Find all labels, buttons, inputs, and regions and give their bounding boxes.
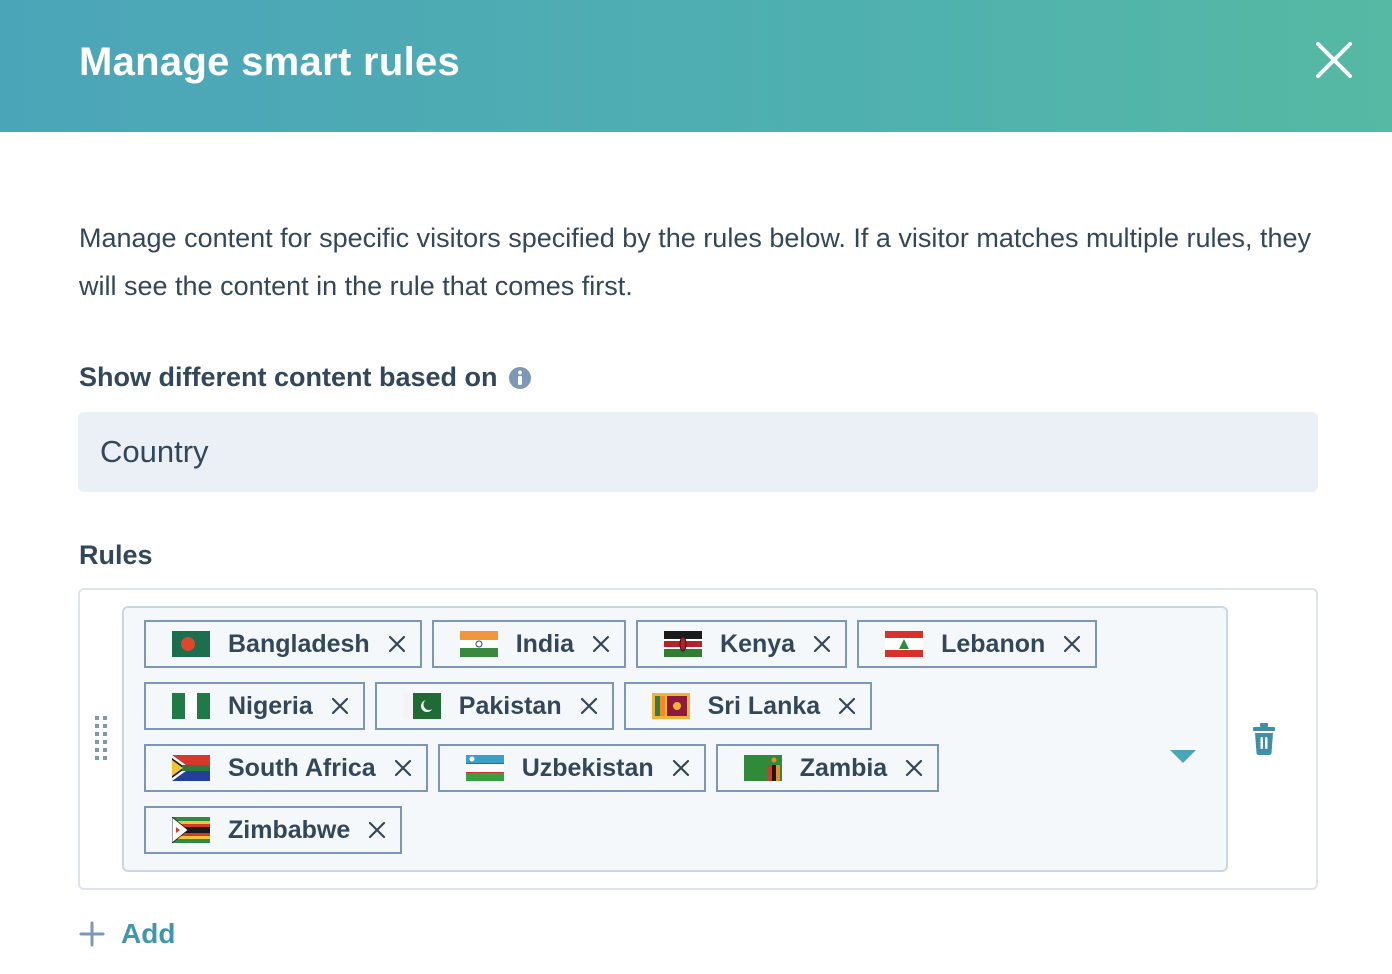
- drag-handle-icon[interactable]: [95, 716, 109, 762]
- trash-icon[interactable]: [1252, 722, 1276, 756]
- rules-label: Rules: [79, 540, 153, 570]
- chevron-down-icon[interactable]: [1170, 748, 1196, 764]
- remove-tag-icon[interactable]: [368, 821, 386, 839]
- remove-tag-icon[interactable]: [813, 635, 831, 653]
- plus-icon: [79, 921, 105, 947]
- flag-ke-icon: [664, 631, 703, 657]
- flag-zm-icon: [743, 755, 782, 781]
- country-tag-label: Nigeria: [228, 691, 313, 720]
- based-on-label: Show different content based on: [79, 362, 532, 393]
- remove-tag-icon[interactable]: [838, 697, 856, 715]
- country-tag: Bangladesh: [144, 620, 422, 668]
- country-tag-label: Pakistan: [458, 691, 562, 720]
- remove-tag-icon[interactable]: [331, 697, 349, 715]
- remove-tag-icon[interactable]: [394, 759, 412, 777]
- country-tag-label: Zimbabwe: [228, 815, 351, 844]
- remove-tag-icon[interactable]: [672, 759, 690, 777]
- remove-tag-icon[interactable]: [388, 635, 406, 653]
- country-tag: Kenya: [636, 620, 848, 668]
- modal-title: Manage smart rules: [79, 40, 461, 84]
- country-tag: Sri Lanka: [623, 682, 873, 730]
- flag-bd-icon: [172, 631, 210, 657]
- description-text: Manage content for specific visitors spe…: [79, 223, 1312, 301]
- remove-tag-icon[interactable]: [1063, 635, 1081, 653]
- flag-in-icon: [459, 631, 498, 657]
- country-tag: Lebanon: [857, 620, 1098, 668]
- close-icon: [1316, 42, 1352, 78]
- tag-list: Bangladesh India Kenya Lebanon Nigeria Pakist…: [144, 620, 1154, 854]
- modal-header: Manage smart rules: [0, 0, 1392, 132]
- flag-pk-icon: [402, 693, 441, 719]
- info-icon[interactable]: [508, 366, 532, 390]
- country-tag: Uzbekistan: [437, 744, 706, 792]
- based-on-value: Country: [100, 434, 209, 469]
- based-on-select[interactable]: Country: [78, 412, 1318, 492]
- country-tag: South Africa: [144, 744, 428, 792]
- country-tag: Zimbabwe: [144, 806, 403, 854]
- country-tag-label: Zambia: [799, 753, 888, 782]
- flag-za-icon: [172, 755, 210, 781]
- close-button[interactable]: [1312, 38, 1356, 82]
- remove-tag-icon[interactable]: [905, 759, 923, 777]
- country-tag: Zambia: [715, 744, 940, 792]
- flag-uz-icon: [465, 755, 504, 781]
- country-tag-label: South Africa: [228, 753, 376, 782]
- country-tag-label: Uzbekistan: [521, 753, 654, 782]
- flag-lb-icon: [885, 631, 924, 657]
- country-tag-label: Bangladesh: [228, 629, 370, 658]
- country-tag: India: [431, 620, 627, 668]
- country-tag-label: India: [515, 629, 575, 658]
- remove-tag-icon[interactable]: [592, 635, 610, 653]
- country-tag: Pakistan: [374, 682, 614, 730]
- country-tag-label: Sri Lanka: [707, 691, 821, 720]
- flag-lk-icon: [651, 693, 690, 719]
- add-rule-label: Add: [121, 918, 176, 949]
- rule-row: Bangladesh India Kenya Lebanon Nigeria Pakist…: [78, 588, 1318, 890]
- remove-tag-icon[interactable]: [580, 697, 598, 715]
- country-tag-label: Lebanon: [941, 629, 1046, 658]
- country-tag-label: Kenya: [720, 629, 796, 658]
- flag-zw-icon: [172, 817, 210, 843]
- add-rule-button[interactable]: Add: [79, 918, 175, 950]
- country-tag: Nigeria: [144, 682, 365, 730]
- country-multiselect[interactable]: Bangladesh India Kenya Lebanon Nigeria Pakist…: [122, 606, 1228, 872]
- based-on-label-text: Show different content based on: [79, 362, 498, 392]
- flag-ng-icon: [172, 693, 210, 719]
